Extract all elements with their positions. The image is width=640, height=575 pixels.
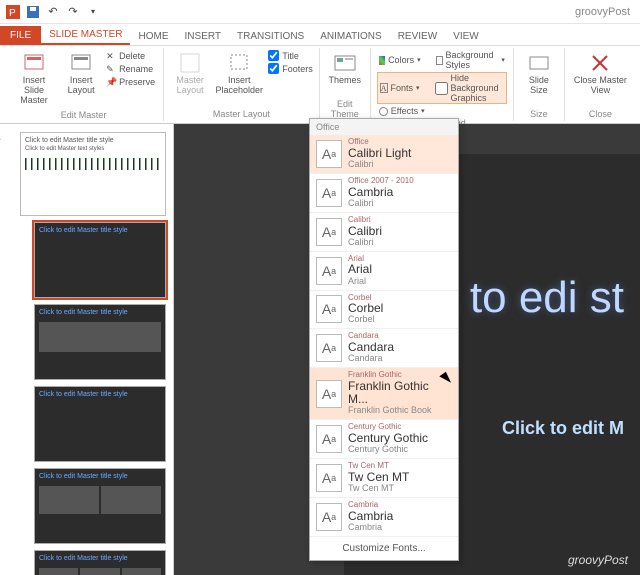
font-swatch-icon: Aa [316,380,342,408]
undo-icon[interactable]: ↶ [46,5,60,19]
colors-button[interactable]: Colors▾ Background Styles▾ [377,50,507,70]
tab-view[interactable]: VIEW [445,28,487,45]
font-swatch-icon: Aa [316,218,342,246]
slide-title-placeholder[interactable]: k to edi st [436,274,624,322]
ribbon-tabstrip: FILE SLIDE MASTER HOME INSERT TRANSITION… [0,24,640,46]
slide-subtitle-placeholder[interactable]: Click to edit M [502,418,624,439]
bgstyles-icon [436,56,443,65]
placeholder-icon [228,52,250,74]
font-swatch-icon: Aa [316,503,342,531]
font-swatch-icon: Aa [316,295,342,323]
fonts-dropdown[interactable]: Office AaOfficeCalibri LightCalibriAaOff… [309,118,459,561]
chevron-down-icon: ▾ [417,56,421,64]
redo-icon[interactable]: ↷ [66,5,80,19]
layout-thumbnail-2[interactable]: Click to edit Master title style [34,304,166,380]
footers-checkbox[interactable]: Footers [268,63,313,74]
font-swatch-icon: Aa [316,334,342,362]
group-background: Colors▾ Background Styles▾ AFonts▾ Hide … [371,48,514,121]
font-option-office-2007-2010[interactable]: AaOffice 2007 - 2010CambriaCalibri [310,174,458,213]
layout-thumbnail-5[interactable]: Click to edit Master title style [34,550,166,575]
font-option-century-gothic[interactable]: AaCentury GothicCentury GothicCentury Go… [310,420,458,459]
master-layout-button[interactable]: Master Layout [170,50,210,98]
save-icon[interactable] [26,5,40,19]
qat-dropdown-icon[interactable]: ▾ [86,5,100,19]
quick-access-toolbar: P ↶ ↷ ▾ [6,5,100,19]
font-swatch-icon: Aa [316,179,342,207]
layout-thumbnail-1[interactable]: Click to edit Master title style [34,222,166,298]
preserve-button[interactable]: 📌Preserve [104,76,157,88]
ribbon: Insert Slide Master Insert Layout ✕Delet… [0,46,640,124]
font-option-calibri[interactable]: AaCalibriCalibriCalibri [310,213,458,252]
insert-slide-master-button[interactable]: Insert Slide Master [10,50,58,108]
insert-layout-button[interactable]: Insert Layout [62,50,100,108]
colors-icon [379,56,385,65]
master-number: 1 [0,132,1,142]
hide-bg-checkbox[interactable]: Hide Background Graphics [435,73,504,103]
rename-button[interactable]: ✎Rename [104,63,157,75]
font-swatch-icon: Aa [316,425,342,453]
font-option-tw-cen-mt[interactable]: AaTw Cen MTTw Cen MTTw Cen MT [310,459,458,498]
effects-button[interactable]: Effects▾ [377,106,507,116]
fonts-category-label: Office [310,119,458,135]
fonts-button[interactable]: AFonts▾ Hide Background Graphics [377,72,507,104]
font-option-franklin-gothic[interactable]: AaFranklin GothicFranklin Gothic M...Fra… [310,368,458,420]
font-option-office[interactable]: AaOfficeCalibri LightCalibri [310,135,458,174]
attribution-label: groovyPost [568,553,628,567]
tab-file[interactable]: FILE [0,26,41,45]
group-master-layout: Master Layout Insert Placeholder Title F… [164,48,320,121]
tab-insert[interactable]: INSERT [176,28,229,45]
font-option-cambria[interactable]: AaCambriaCambriaCambria [310,498,458,537]
rename-icon: ✎ [106,64,116,74]
chevron-down-icon: ▾ [421,107,425,115]
title-bar: P ↶ ↷ ▾ groovyPost [0,0,640,24]
layout-thumbnail-4[interactable]: Click to edit Master title style [34,468,166,544]
slide-size-icon [528,52,550,74]
close-icon [589,52,611,74]
master-layout-icon [179,52,201,74]
font-option-corbel[interactable]: AaCorbelCorbelCorbel [310,291,458,330]
themes-icon [334,52,356,74]
delete-icon: ✕ [106,51,116,61]
customize-fonts-button[interactable]: Customize Fonts... [310,537,458,560]
font-option-candara[interactable]: AaCandaraCandaraCandara [310,329,458,368]
ppt-icon: P [6,5,20,19]
layout-thumbnail-3[interactable]: Click to edit Master title style [34,386,166,462]
group-close: Close Master View Close [565,48,636,121]
tab-review[interactable]: REVIEW [390,28,445,45]
slide-master-icon [23,52,45,74]
master-thumbnail[interactable]: Click to edit Master title style Click t… [20,132,166,216]
font-swatch-icon: Aa [316,257,342,285]
group-edit-theme: Themes Edit Theme [320,48,371,121]
insert-placeholder-button[interactable]: Insert Placeholder [214,50,264,98]
tab-home[interactable]: HOME [130,28,176,45]
effects-icon [379,107,388,116]
group-edit-master: Insert Slide Master Insert Layout ✕Delet… [4,48,164,121]
fonts-icon: A [380,83,388,93]
tab-transitions[interactable]: TRANSITIONS [229,28,312,45]
watermark-graphic [25,158,161,170]
themes-button[interactable]: Themes [326,50,364,88]
thumbnail-panel[interactable]: 1 Click to edit Master title style Click… [0,124,174,575]
close-master-view-button[interactable]: Close Master View [571,50,630,98]
chevron-down-icon: ▾ [501,56,505,64]
delete-button[interactable]: ✕Delete [104,50,157,62]
chevron-down-icon: ▾ [416,84,420,92]
font-swatch-icon: Aa [316,140,342,168]
tab-slide-master[interactable]: SLIDE MASTER [41,26,130,45]
preserve-icon: 📌 [106,77,116,87]
font-option-arial[interactable]: AaArialArialArial [310,252,458,291]
group-size: Slide Size Size [514,48,565,121]
svg-text:P: P [9,8,16,19]
font-swatch-icon: Aa [316,464,342,492]
brand-label: groovyPost [575,6,630,18]
tab-animations[interactable]: ANIMATIONS [312,28,389,45]
layout-icon [70,52,92,74]
title-checkbox[interactable]: Title [268,50,313,61]
slide-size-button[interactable]: Slide Size [520,50,558,98]
